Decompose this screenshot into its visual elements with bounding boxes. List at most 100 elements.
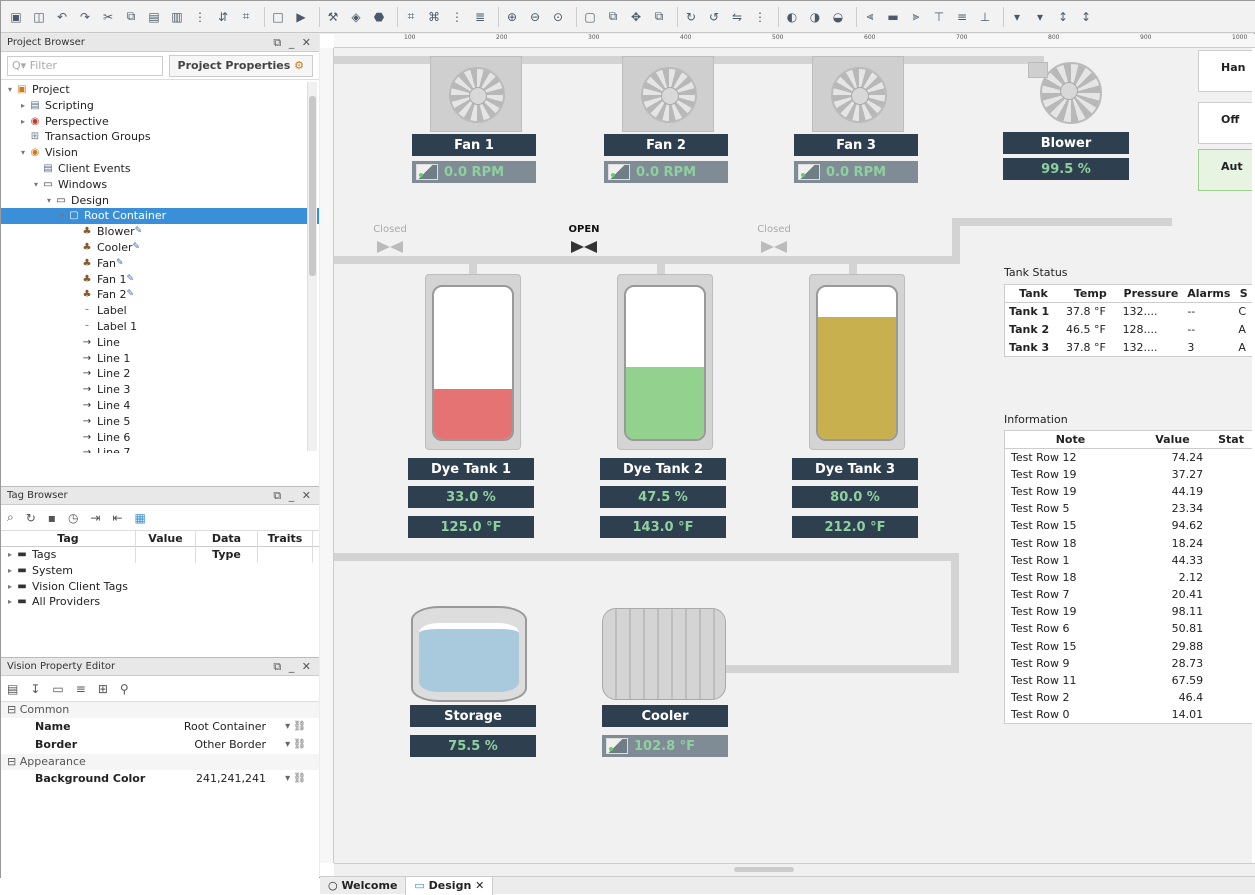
expand-arrow-icon[interactable]: ▾	[57, 208, 67, 224]
difference-icon[interactable]: ◑	[806, 8, 824, 26]
project-properties-button[interactable]: Project Properties ⚙	[168, 54, 313, 77]
expand-arrow-icon[interactable]: ▸	[5, 579, 15, 595]
property-row[interactable]: Border Other Border ▾ ⛓	[1, 736, 319, 754]
information-row[interactable]: Test Row 19 44.19	[1005, 483, 1253, 500]
tree-item[interactable]: → Line 2	[1, 366, 319, 382]
tree-item[interactable]: ▸ ◉ Perspective	[1, 114, 319, 130]
sort-icon[interactable]: ↧	[30, 682, 40, 696]
expand-arrow-icon[interactable]: ▾	[5, 82, 15, 98]
tank-status-row[interactable]: Tank 1 37.8 °F 132.... -- C	[1005, 303, 1253, 321]
copy-icon[interactable]: ⧉	[650, 8, 668, 26]
valve-3[interactable]: Closed	[754, 224, 794, 253]
tag-column-header[interactable]: Value	[136, 531, 196, 563]
tool-icon[interactable]: ⚒	[324, 8, 342, 26]
ungroup-icon[interactable]: ⌘	[425, 8, 443, 26]
information-column-header[interactable]: Stat	[1209, 430, 1252, 449]
property-value[interactable]: 241,241,241	[151, 770, 266, 788]
information-row[interactable]: Test Row 5 23.34	[1005, 500, 1253, 517]
information-table[interactable]: Note Value Stat Test Row 12 74.24 Test Row 19…	[1004, 430, 1252, 724]
property-row[interactable]: Name Root Container ▾ ⛓	[1, 718, 319, 736]
tree-item[interactable]: → Line 5	[1, 414, 319, 430]
paste-icon[interactable]: ▤	[145, 8, 163, 26]
tank-status-column-header[interactable]: Alarms	[1183, 284, 1235, 303]
frame-icon[interactable]: ▢	[581, 8, 599, 26]
copy-icon[interactable]: ⧉	[122, 8, 140, 26]
root-container-canvas[interactable]: Fan 1 0.0 RPM Fan 2 0.0 RPM Fan 3 0.0 RPM Blo…	[334, 48, 1252, 863]
valve-1[interactable]: Closed	[370, 224, 410, 253]
blower-graphic[interactable]	[1018, 56, 1118, 132]
layer-icon[interactable]: ◈	[347, 8, 365, 26]
tree-item[interactable]: ▾ ▭ Design	[1, 193, 319, 209]
collapse-icon[interactable]: ⊟	[7, 755, 20, 768]
information-row[interactable]: Test Row 2 46.4	[1005, 689, 1253, 706]
union-icon[interactable]: ◐	[783, 8, 801, 26]
tank-status-row[interactable]: Tank 2 46.5 °F 128.... -- A	[1005, 321, 1253, 339]
information-row[interactable]: Test Row 12 74.24	[1005, 449, 1253, 466]
information-row[interactable]: Test Row 0 14.01	[1005, 706, 1253, 723]
save-icon[interactable]: ▣	[7, 8, 25, 26]
fan-graphic[interactable]	[812, 56, 904, 132]
spacing-icon[interactable]: ↕	[1054, 8, 1072, 26]
off-button[interactable]: Off	[1198, 102, 1252, 144]
flip-icon[interactable]: ⇋	[728, 8, 746, 26]
dropdown-icon[interactable]: ▾	[1031, 8, 1049, 26]
align-right-icon[interactable]: ⫸	[907, 8, 925, 26]
tree-item[interactable]: ⊞ Transaction Groups	[1, 129, 319, 145]
tree-item[interactable]: ♣ Fan 1 ✎	[1, 272, 319, 288]
dye-tank-1[interactable]	[425, 274, 521, 450]
expand-arrow-icon[interactable]: ▸	[18, 114, 28, 130]
align-icon[interactable]: ⋮	[191, 8, 209, 26]
tree-item[interactable]: → Line 6	[1, 430, 319, 446]
table-view-icon[interactable]: ▦	[135, 511, 146, 525]
information-row[interactable]: Test Row 15 94.62	[1005, 517, 1253, 534]
hand-button[interactable]: Han	[1198, 50, 1252, 92]
tree-scrollbar-thumb[interactable]	[309, 96, 316, 276]
information-row[interactable]: Test Row 18 18.24	[1005, 534, 1253, 551]
tree-item[interactable]: ▾ ◉ Vision	[1, 145, 319, 161]
tree-item[interactable]: ♣ Blower ✎	[1, 224, 319, 240]
align-bottom-icon[interactable]: ⊥	[976, 8, 994, 26]
group-icon[interactable]: ⌗	[237, 8, 255, 26]
dye-tank-3[interactable]	[809, 274, 905, 450]
save-all-icon[interactable]: ◫	[30, 8, 48, 26]
zoom-out-icon[interactable]: ⊖	[526, 8, 544, 26]
close-icon[interactable]: ✕	[471, 879, 484, 892]
tag-folder-row[interactable]: ▸ ▬ All Providers	[1, 594, 319, 610]
panel-controls[interactable]: ⧉ _ ✕	[273, 489, 313, 503]
information-row[interactable]: Test Row 7 20.41	[1005, 586, 1253, 603]
history-icon[interactable]: ◷	[68, 511, 78, 525]
expand-arrow-icon[interactable]: ▸	[5, 563, 15, 579]
tree-item[interactable]: ⁃ Label	[1, 303, 319, 319]
tree-item[interactable]: → Line 1	[1, 351, 319, 367]
dye-tank-2[interactable]	[617, 274, 713, 450]
tree-item[interactable]: ♣ Cooler ✎	[1, 240, 319, 256]
dynamic-props-icon[interactable]: ≡	[76, 682, 86, 696]
cut-icon[interactable]: ✂	[99, 8, 117, 26]
refresh-icon[interactable]: ↻	[26, 511, 36, 525]
information-row[interactable]: Test Row 11 67.59	[1005, 672, 1253, 689]
tag-folder-row[interactable]: ▸ ▬ System	[1, 563, 319, 579]
expand-arrow-icon[interactable]: ▸	[18, 98, 28, 114]
information-column-header[interactable]: Value	[1135, 430, 1210, 449]
filter-props-icon[interactable]: ⚲	[120, 682, 129, 696]
export-icon[interactable]: ⇤	[112, 511, 122, 525]
tree-item[interactable]: → Line 3	[1, 382, 319, 398]
property-row[interactable]: Background Color 241,241,241 ▾ ⛓	[1, 770, 319, 788]
play-icon[interactable]: ▶	[292, 8, 310, 26]
tank-status-column-header[interactable]: Tank	[1004, 284, 1063, 303]
distribute-icon[interactable]: ≣	[471, 8, 489, 26]
copy-icon[interactable]: ⧉	[604, 8, 622, 26]
tank-status-table[interactable]: Tank Temp Pressure Alarms S Tank 1 37.8 °F 132.…	[1004, 284, 1252, 357]
information-row[interactable]: Test Row 19 98.11	[1005, 603, 1253, 620]
align-icon[interactable]: ⋮	[751, 8, 769, 26]
dropdown-icon[interactable]: ▾	[1008, 8, 1026, 26]
tree-item[interactable]: ▾ ▢ Root Container	[1, 208, 319, 225]
tank-status-column-header[interactable]: S	[1234, 284, 1252, 303]
import-icon[interactable]: ⇥	[90, 511, 100, 525]
tank-status-row[interactable]: Tank 3 37.8 °F 132.... 3 A	[1005, 339, 1253, 357]
binding-icon[interactable]: ▾ ⛓	[266, 736, 306, 754]
tree-scrollbar[interactable]	[307, 82, 317, 451]
rotate-icon[interactable]: ↻	[682, 8, 700, 26]
information-row[interactable]: Test Row 9 28.73	[1005, 655, 1253, 672]
intersect-icon[interactable]: ◒	[829, 8, 847, 26]
